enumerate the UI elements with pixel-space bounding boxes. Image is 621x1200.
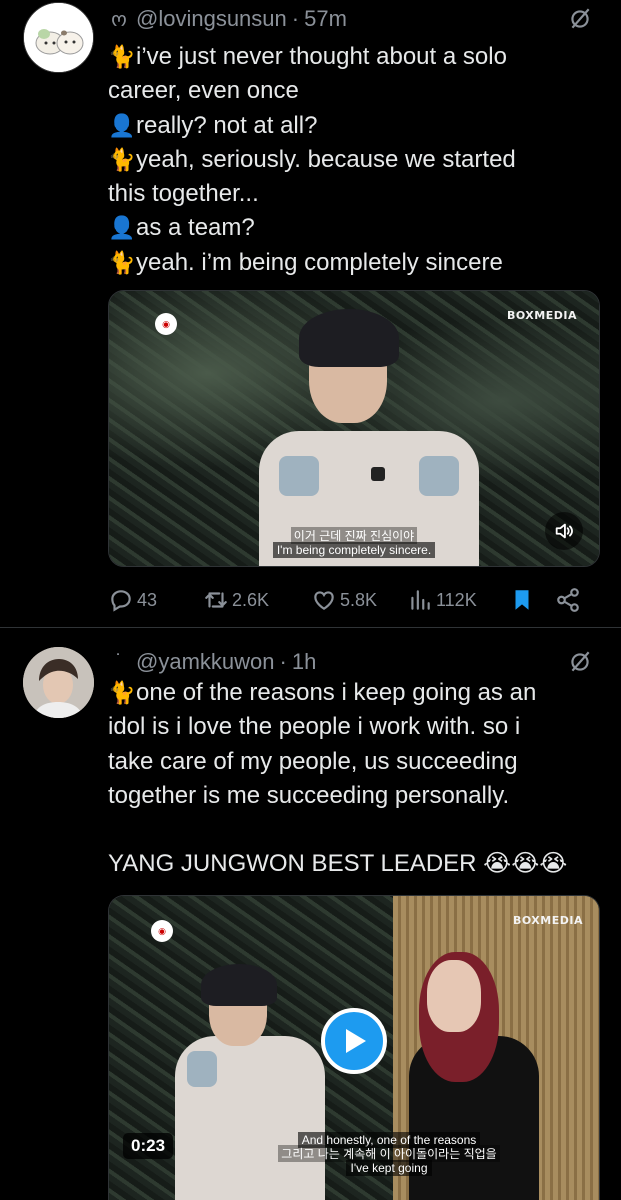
grok-icon[interactable] <box>567 649 593 675</box>
video-duration: 0:23 <box>123 1133 174 1159</box>
cat-emoji: 🐈 <box>108 680 136 705</box>
action-bar: 43 2.6K 5.8K 112K <box>108 583 588 617</box>
tweet-text: 🐈one of the reasons i keep going as an i… <box>108 676 598 881</box>
watermark: BOXMEDIA <box>506 309 577 322</box>
like-count: 5.8K <box>340 589 378 610</box>
retweet-icon <box>205 592 227 608</box>
cat-emoji: 🐈 <box>108 249 136 275</box>
text-line: 🐈yeah. i’m being completely sincere <box>108 246 598 280</box>
share-icon <box>557 588 579 612</box>
text-line: career, even once <box>108 77 299 105</box>
tweet-header: ო @lovingsunsun · 57m <box>108 4 593 34</box>
repost-count: 2.6K <box>232 589 270 610</box>
cat-emoji: 🐈 <box>108 146 136 172</box>
text-line: 🐈yeah, seriously. because we started <box>108 143 598 177</box>
cat-emoji: 🐈 <box>108 44 136 69</box>
share-button[interactable] <box>555 587 585 613</box>
username[interactable]: @lovingsunsun <box>136 6 287 32</box>
text-line: take care of my people, us succeeding <box>108 747 518 775</box>
tweet-header: ˙ @yamkkuwon · 1h <box>108 647 593 677</box>
text-line: YANG JUNGWON BEST LEADER 😭😭😭 <box>108 850 568 878</box>
avatar[interactable] <box>23 647 94 718</box>
handle-prefix: ˙ <box>115 650 123 673</box>
bookmark-button[interactable] <box>509 587 555 613</box>
text-line: 🐈i’ve just never thought about a solo <box>108 40 598 74</box>
username[interactable]: @yamkkuwon <box>136 649 275 675</box>
person-emoji: 👤 <box>108 112 136 138</box>
timestamp[interactable]: 1h <box>292 649 316 675</box>
text-line: idol is i love the people i work with. s… <box>108 713 521 741</box>
handle-prefix: ო <box>111 8 127 31</box>
tweet[interactable]: ო @lovingsunsun · 57m 🐈i’ve just never t… <box>0 0 621 628</box>
video-media[interactable]: ◉ BOXMEDIA 이거 근데 진짜 진심이야 I'm being compl… <box>108 290 600 567</box>
person-emoji: 👤 <box>108 215 136 241</box>
show-logo: ◉ <box>151 920 173 942</box>
avatar[interactable] <box>23 2 94 73</box>
play-icon <box>346 1029 366 1053</box>
separator: · <box>291 6 300 31</box>
subtitle-english: I've kept going <box>229 1159 549 1177</box>
reply-button[interactable]: 43 <box>108 587 203 613</box>
text-line: this together... <box>108 180 259 208</box>
text-line: 👤really? not at all? <box>108 109 598 143</box>
view-count: 112K <box>436 589 477 610</box>
views-button[interactable]: 112K <box>407 587 509 613</box>
grok-icon[interactable] <box>567 6 593 32</box>
video-media[interactable]: ◉ BOXMEDIA 0:23 And honestly, one of the… <box>108 895 600 1200</box>
bookmark-icon <box>515 590 529 610</box>
reply-count: 43 <box>137 589 158 610</box>
like-button[interactable]: 5.8K <box>311 587 407 613</box>
watermark: BOXMEDIA <box>512 914 583 927</box>
subtitle-english: I'm being completely sincere. <box>109 541 599 559</box>
tweet-text: 🐈i’ve just never thought about a solo ca… <box>108 40 598 280</box>
volume-icon <box>555 523 573 539</box>
like-icon <box>314 591 334 610</box>
repost-button[interactable]: 2.6K <box>203 587 311 613</box>
reply-icon <box>111 590 131 612</box>
avatar-image <box>24 3 93 72</box>
text-line: 🐈one of the reasons i keep going as an <box>108 676 598 710</box>
avatar-image <box>23 647 94 718</box>
volume-button[interactable] <box>545 512 583 550</box>
tweet[interactable]: ˙ @yamkkuwon · 1h 🐈one of the reasons i … <box>0 629 621 1200</box>
views-icon <box>411 590 430 610</box>
show-logo: ◉ <box>155 313 177 335</box>
separator: · <box>279 649 287 674</box>
text-line: 👤as a team? <box>108 211 598 245</box>
text-line: together is me succeeding personally. <box>108 781 510 809</box>
play-button[interactable] <box>321 1008 387 1074</box>
timestamp[interactable]: 57m <box>304 6 347 32</box>
